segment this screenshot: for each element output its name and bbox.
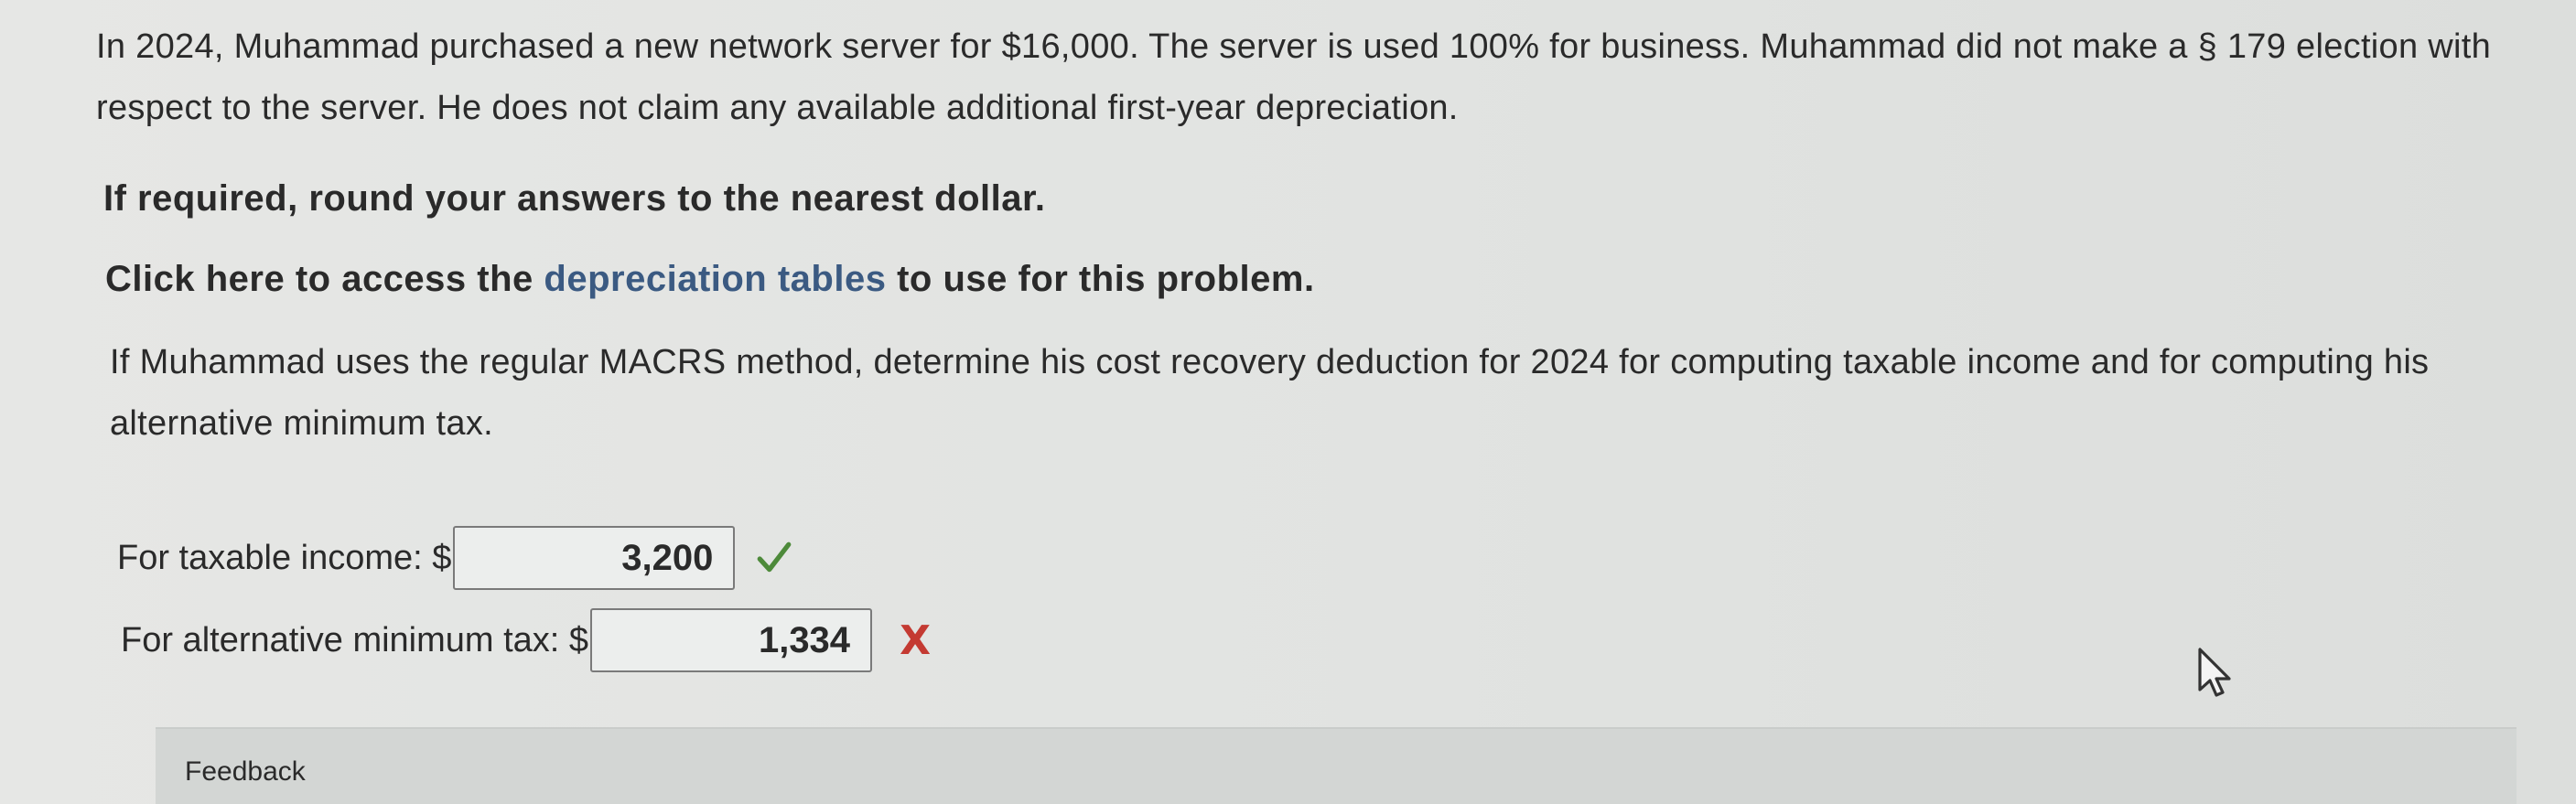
- taxable-income-row: For taxable income: $ 3,200: [117, 523, 793, 593]
- question-panel: In 2024, Muhammad purchased a new networ…: [0, 0, 2576, 804]
- amt-input[interactable]: 1,334: [590, 608, 873, 672]
- x-mark-icon: X: [900, 616, 931, 664]
- amt-row: For alternative minimum tax: $ 1,334 X: [121, 606, 931, 675]
- tables-prefix: Click here to access the: [105, 259, 534, 299]
- feedback-panel: Feedback: [156, 727, 2517, 804]
- tables-suffix: to use for this problem.: [897, 259, 1315, 299]
- feedback-label[interactable]: Feedback: [185, 756, 306, 788]
- amt-label: For alternative minimum tax: $: [121, 620, 589, 659]
- rounding-instruction: If required, round your answers to the n…: [103, 178, 1046, 219]
- checkmark-icon: [758, 541, 792, 573]
- question-prompt: If Muhammad uses the regular MACRS metho…: [110, 343, 2430, 443]
- taxable-income-input[interactable]: 3,200: [453, 526, 736, 590]
- mouse-pointer-icon: [2198, 648, 2231, 697]
- question-intro: In 2024, Muhammad purchased a new networ…: [96, 27, 2492, 127]
- depreciation-tables-link[interactable]: depreciation tables: [544, 259, 886, 299]
- taxable-income-label: For taxable income: $: [117, 538, 452, 577]
- tables-instruction: Click here to access the depreciation ta…: [105, 259, 1315, 300]
